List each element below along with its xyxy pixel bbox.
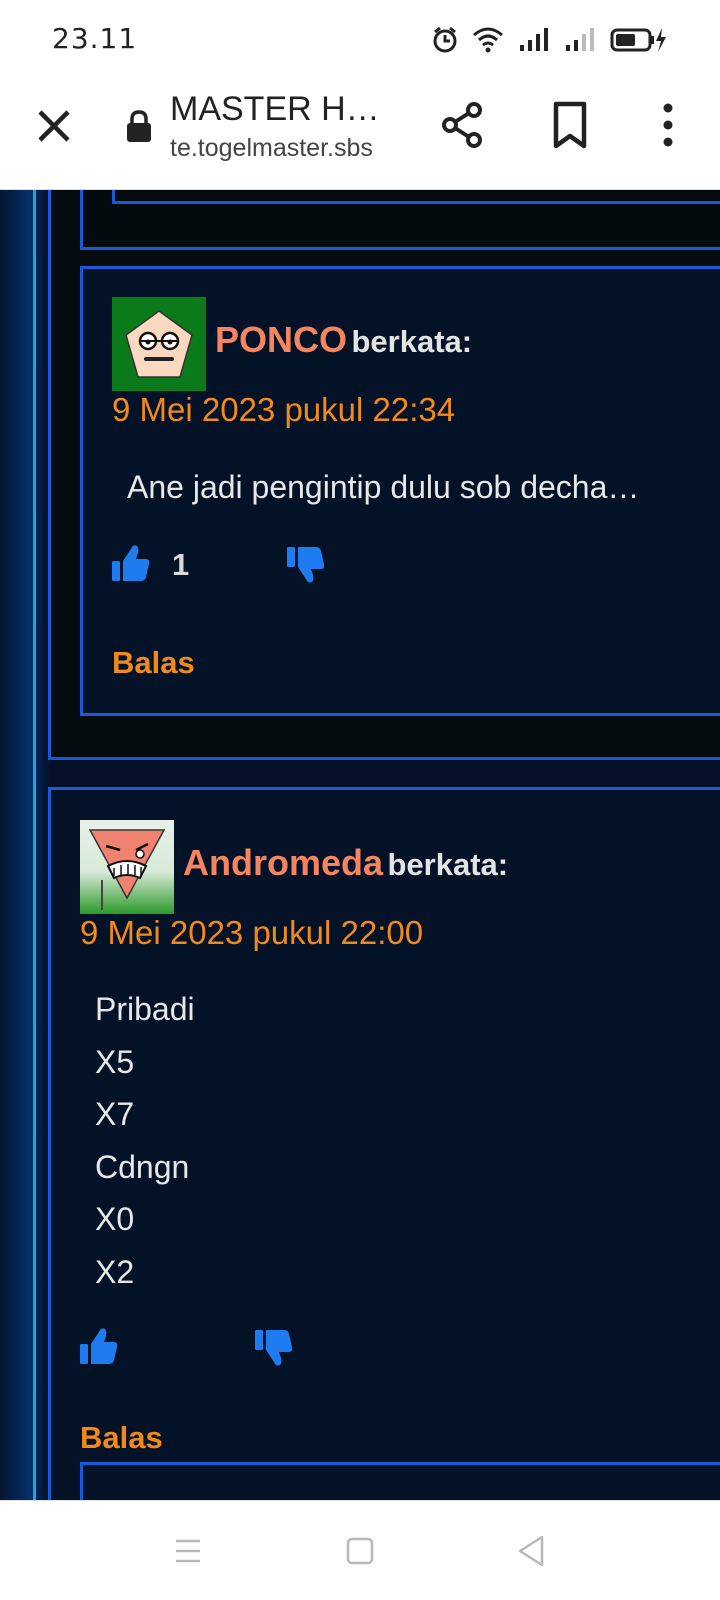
comment-card: Andromeda berkata: 9 Mei 2023 pukul 22:0… bbox=[48, 787, 720, 1500]
status-icons bbox=[432, 24, 668, 56]
comment-line: Pribadi bbox=[95, 991, 195, 1027]
comment-line: X5 bbox=[95, 1043, 135, 1080]
page-url[interactable]: te.togelmaster.sbs bbox=[170, 134, 373, 163]
comment-says-label: berkata: bbox=[387, 847, 509, 882]
thumbs-up-icon[interactable] bbox=[111, 543, 151, 583]
next-comment-block bbox=[80, 1462, 720, 1500]
pentagon-face-avatar bbox=[112, 297, 206, 391]
more-vert-icon[interactable] bbox=[648, 100, 688, 150]
lock-icon[interactable] bbox=[124, 110, 154, 144]
bookmark-icon[interactable] bbox=[548, 100, 592, 150]
thread-line bbox=[33, 190, 36, 1500]
signal-weak-icon bbox=[566, 28, 594, 51]
thumbs-down-icon[interactable] bbox=[254, 1328, 294, 1368]
comment-line: X0 bbox=[95, 1201, 135, 1237]
system-nav-bar bbox=[0, 1500, 720, 1600]
wifi-icon bbox=[473, 27, 503, 53]
close-icon[interactable] bbox=[30, 102, 78, 150]
comment-card: PONCO berkata: 9 Mei 2023 pukul 22:34 An… bbox=[80, 266, 720, 716]
comment-author[interactable]: PONCO bbox=[215, 319, 347, 360]
comment-date[interactable]: 9 Mei 2023 pukul 22:34 bbox=[112, 391, 455, 429]
comment-says-label: berkata: bbox=[351, 324, 473, 359]
share-icon[interactable] bbox=[438, 100, 488, 150]
comment-author[interactable]: Andromeda bbox=[183, 842, 383, 883]
comment-text: Pribadi X5 X7 Cdngn X0 X2 bbox=[95, 983, 195, 1298]
back-triangle-icon[interactable] bbox=[512, 1531, 552, 1571]
triangle-face-avatar bbox=[80, 820, 174, 914]
comment-section: PONCO berkata: 9 Mei 2023 pukul 22:34 An… bbox=[0, 190, 720, 1500]
battery-charging-icon bbox=[610, 28, 666, 52]
like-count: 1 bbox=[172, 547, 190, 582]
signal-icon bbox=[520, 28, 548, 51]
status-time: 23.11 bbox=[52, 22, 138, 55]
comment-line: X7 bbox=[95, 1096, 135, 1132]
comment-author-line: PONCO berkata: bbox=[215, 319, 472, 361]
status-bar: 23.11 bbox=[0, 0, 720, 80]
thumbs-down-icon[interactable] bbox=[286, 545, 326, 585]
browser-toolbar: MASTER H… te.togelmaster.sbs bbox=[0, 80, 720, 190]
comment-line: X2 bbox=[95, 1253, 135, 1290]
reply-link[interactable]: Balas bbox=[80, 1420, 163, 1456]
comment-date[interactable]: 9 Mei 2023 pukul 22:00 bbox=[80, 914, 423, 952]
reply-link[interactable]: Balas bbox=[112, 645, 195, 681]
comment-text: Ane jadi pengintip dulu sob decha… bbox=[127, 469, 640, 505]
comment-author-line: Andromeda berkata: bbox=[183, 842, 508, 884]
alarm-icon bbox=[433, 26, 457, 53]
home-square-icon[interactable] bbox=[340, 1531, 380, 1571]
previous-nested-block bbox=[112, 190, 720, 204]
menu-icon[interactable] bbox=[168, 1531, 208, 1571]
page-title[interactable]: MASTER H… bbox=[170, 90, 380, 129]
thumbs-up-icon[interactable] bbox=[79, 1326, 119, 1366]
comment-line: Cdngn bbox=[95, 1148, 190, 1185]
